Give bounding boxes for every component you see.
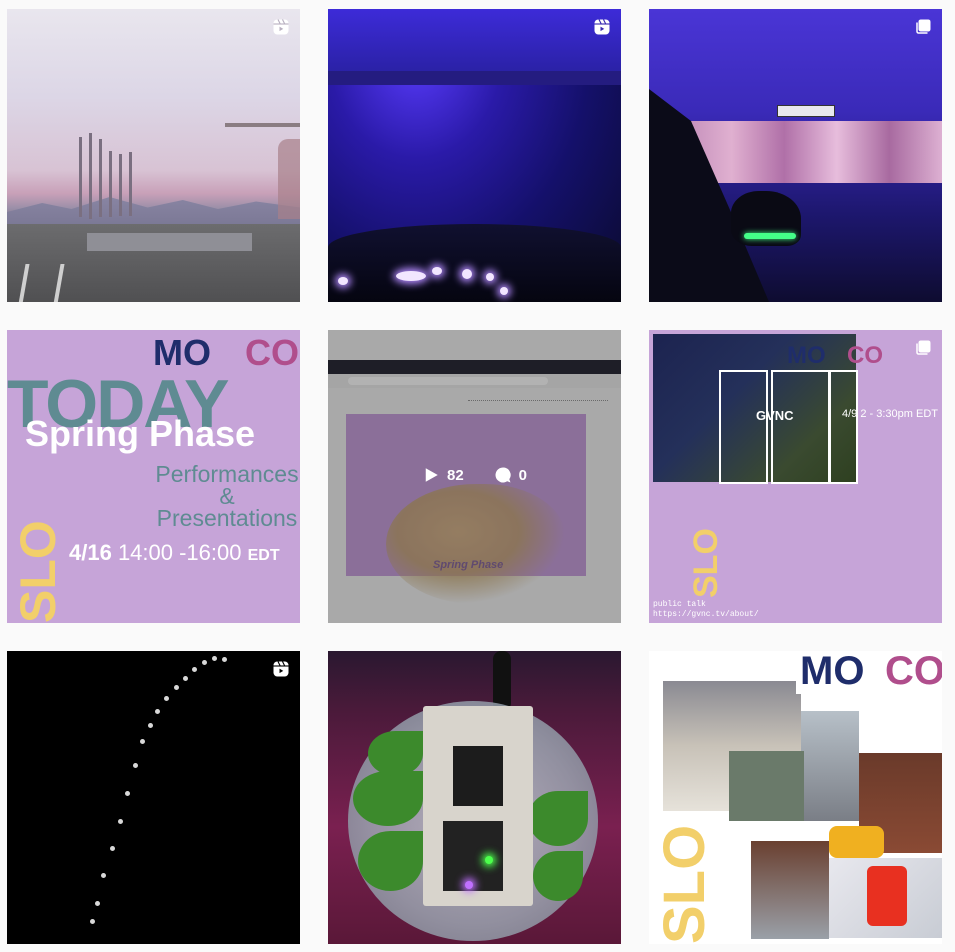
frame [719,370,768,484]
talk-label: public talk [653,600,706,609]
dot [101,873,106,878]
pole [129,152,132,216]
dot [183,676,188,681]
pole [109,151,112,217]
mirror-light [744,233,796,239]
ceiling [328,9,621,79]
poster-title: Spring Phase [25,413,256,454]
pole [89,133,92,219]
mountains [7,197,300,224]
exit-sign [777,105,835,117]
dot [125,791,130,796]
dot [192,667,197,672]
dot [202,660,207,665]
leaf [358,831,423,891]
dot [110,846,115,851]
reel-icon [593,18,611,36]
poster-tz: EDT [247,547,280,564]
poster-date: 4/16 14:00 -16:00 EDT [69,540,280,566]
dot [140,739,145,744]
dashboard [328,224,621,302]
dot [155,709,160,714]
poster-co: CO [847,342,883,369]
play-icon [422,466,440,484]
comment-count: 0 [494,466,527,484]
poster-line1: Performances [155,461,299,487]
led [465,881,473,889]
dot [90,919,95,924]
poster-subtitle: Performances & Presentations [152,461,300,531]
carousel-icon [914,18,932,36]
barrier [87,233,252,251]
collage-taxi [829,826,884,858]
leaf [368,731,423,776]
microcontroller [453,746,503,806]
grid-post-8[interactable] [328,651,621,944]
carousel-icon [914,339,932,357]
grid-post-9[interactable]: MO CO SLO [649,651,942,944]
poster-day: 4/16 [69,540,112,565]
play-count: 82 [422,466,464,484]
poster-co: CO [885,651,942,693]
light [396,271,426,281]
dot [133,763,138,768]
grid-post-4[interactable]: MO CO TODAY Spring Phase Performances & … [7,330,300,623]
grid-post-6[interactable]: MO CO GVNC 4/9 2 - 3:30pm EDT SLO public… [649,330,942,623]
poster-co: CO [245,332,299,373]
poster-mo: MO [787,342,826,369]
reel-icon [272,18,290,36]
light [432,267,442,275]
dot [95,901,100,906]
poster-slo: SLO [10,520,66,623]
frame [771,370,830,484]
leaf [528,791,588,846]
figure [278,139,300,219]
light [486,273,494,281]
dot [148,723,153,728]
pole [119,154,122,216]
poster-mo: MO [796,651,869,694]
dot [118,819,123,824]
rail [225,123,300,127]
collage-building [801,711,859,821]
led [485,856,493,864]
poster-slo: SLO [687,528,725,598]
poster-time: 14:00 -16:00 [111,540,248,565]
light [500,287,508,295]
pole [79,137,82,217]
grid-post-1[interactable] [7,9,300,302]
grid-post-2[interactable] [328,9,621,302]
pole [99,139,102,217]
grid-post-3[interactable] [649,9,942,302]
collage-barrier-red [867,866,907,926]
dot [212,656,217,661]
feather-board [443,821,503,891]
poster-line2: Presentations [156,505,298,531]
collage-barrier [729,751,804,821]
light [338,277,348,285]
hover-stats: 82 0 [328,466,621,484]
frame [829,370,858,484]
projection-strip [679,121,942,183]
play-count-value: 82 [446,466,464,484]
reel-icon [272,660,290,678]
poster-slo: SLO [652,824,717,944]
light [462,269,472,279]
dot [174,685,179,690]
comment-count-value: 0 [518,466,528,484]
grid-post-5[interactable]: Spring Phase 82 0 [328,330,621,623]
collage-snow-street [751,841,829,939]
poster-gvnc: GVNC [756,408,794,423]
talk-url: https://gvnc.tv/about/ [653,610,759,619]
poster-talk: public talk https://gvnc.tv/about/ [653,600,759,620]
poster-amp: & [219,483,235,509]
beam [328,71,621,85]
poster-when: 4/9 2 - 3:30pm EDT [842,408,938,420]
leaf [353,771,423,826]
dot [222,657,227,662]
dot [164,696,169,701]
leaf [533,851,583,901]
grid-post-7[interactable] [7,651,300,944]
comment-icon [494,466,512,484]
